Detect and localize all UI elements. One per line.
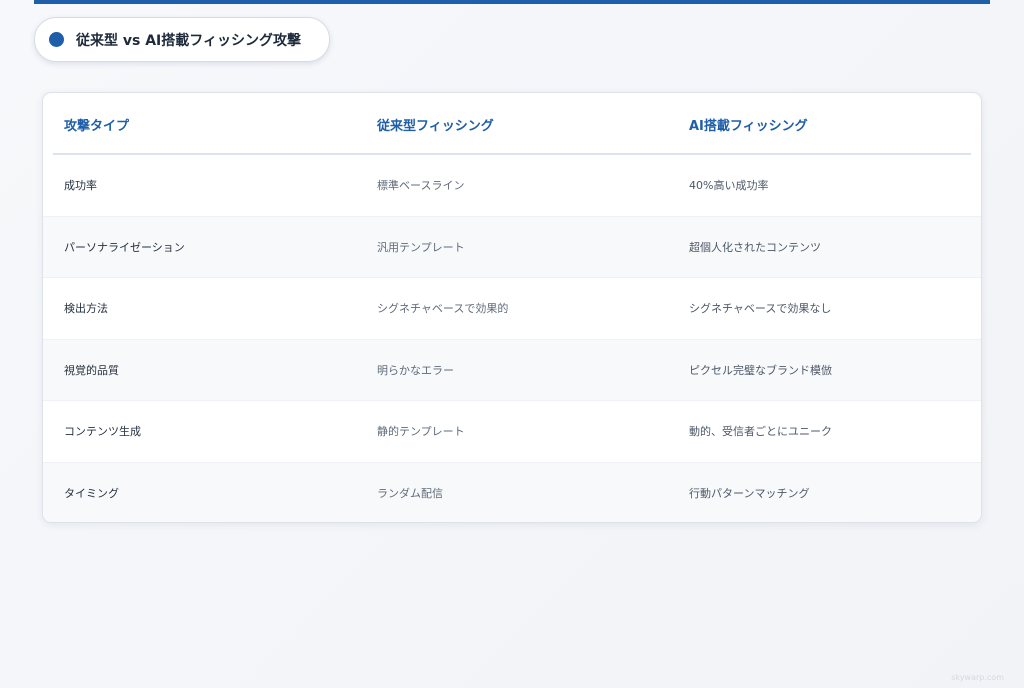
cell-traditional: 汎用テンプレート <box>377 240 465 254</box>
cell-attack-type: 視覚的品質 <box>64 363 119 377</box>
cell-traditional: 標準ベースライン <box>377 179 465 193</box>
cell-ai-powered: 動的、受信者ごとにユニーク <box>689 425 832 439</box>
cell-traditional: 明らかなエラー <box>377 363 454 377</box>
header-ai-powered: AI搭載フィッシング <box>689 118 808 134</box>
cell-traditional: ランダム配信 <box>377 487 443 501</box>
table-row: 検出方法 シグネチャベースで効果的 シグネチャベースで効果なし <box>43 278 981 340</box>
cell-ai-powered: 40%高い成功率 <box>689 179 769 193</box>
comparison-table: 攻撃タイプ 従来型フィッシング AI搭載フィッシング 成功率 標準ベースライン … <box>42 92 982 523</box>
cell-attack-type: コンテンツ生成 <box>64 425 141 439</box>
cell-attack-type: パーソナライゼーション <box>64 240 185 254</box>
table-row: 視覚的品質 明らかなエラー ピクセル完璧なブランド模倣 <box>43 339 981 401</box>
table-header-row: 攻撃タイプ 従来型フィッシング AI搭載フィッシング <box>43 93 981 155</box>
header-attack-type: 攻撃タイプ <box>64 118 130 134</box>
cell-attack-type: 成功率 <box>64 179 97 193</box>
cell-traditional: シグネチャベースで効果的 <box>377 302 509 316</box>
cell-traditional: 静的テンプレート <box>377 425 465 439</box>
table-row: パーソナライゼーション 汎用テンプレート 超個人化されたコンテンツ <box>43 216 981 278</box>
top-accent-bar <box>34 0 990 4</box>
cell-ai-powered: 行動パターンマッチング <box>689 487 810 501</box>
cell-attack-type: タイミング <box>64 487 119 501</box>
watermark: skywarp.com <box>951 673 1004 682</box>
table-body: 成功率 標準ベースライン 40%高い成功率 パーソナライゼーション 汎用テンプレ… <box>43 155 981 522</box>
table-row: 成功率 標準ベースライン 40%高い成功率 <box>43 155 981 217</box>
bullet-dot-icon <box>49 32 64 47</box>
table-row: コンテンツ生成 静的テンプレート 動的、受信者ごとにユニーク <box>43 401 981 463</box>
cell-ai-powered: シグネチャベースで効果なし <box>689 302 832 316</box>
cell-ai-powered: 超個人化されたコンテンツ <box>689 240 821 254</box>
title-badge: 従来型 vs AI搭載フィッシング攻撃 <box>34 17 330 62</box>
header-traditional: 従来型フィッシング <box>377 118 494 134</box>
table-row: タイミング ランダム配信 行動パターンマッチング <box>43 462 981 522</box>
cell-ai-powered: ピクセル完璧なブランド模倣 <box>689 363 832 377</box>
cell-attack-type: 検出方法 <box>64 302 108 316</box>
slide-page: 従来型 vs AI搭載フィッシング攻撃 攻撃タイプ 従来型フィッシング AI搭載… <box>0 0 1024 688</box>
page-title: 従来型 vs AI搭載フィッシング攻撃 <box>76 32 301 49</box>
